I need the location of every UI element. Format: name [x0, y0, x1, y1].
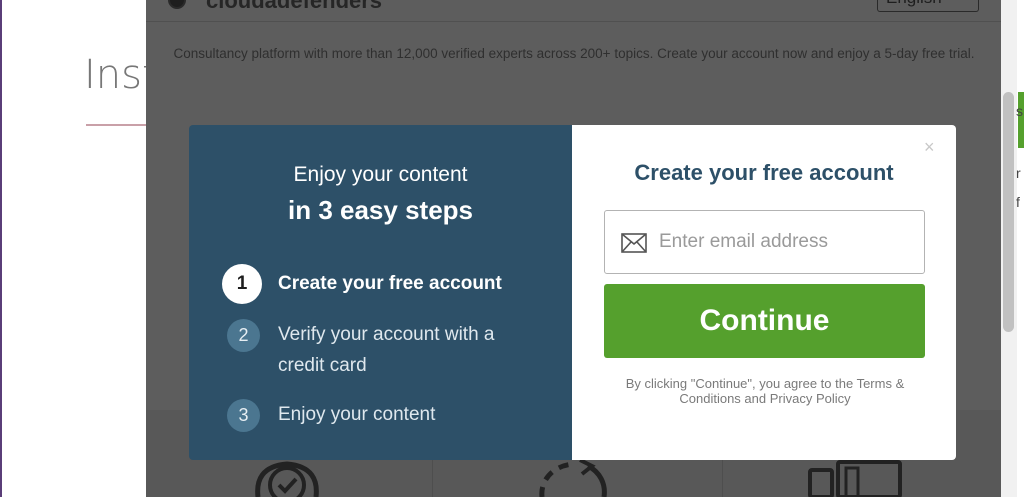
background-text-fragment: f [1016, 194, 1020, 210]
language-select[interactable]: English [877, 0, 979, 12]
steps-subheading: in 3 easy steps [288, 195, 473, 225]
devices-icon [808, 460, 902, 497]
step-label: Verify your account with a credit card [278, 324, 495, 376]
outer-dialog-header: cloudadefenders English [146, 0, 1001, 22]
legal-notice: By clicking "Continue", you agree to the… [625, 376, 905, 406]
outer-dialog-tagline: Consultancy platform with more than 12,0… [173, 46, 975, 61]
background-page-left: Inst [0, 0, 158, 497]
brand-logo-icon [168, 0, 186, 9]
refresh-arrows-icon [539, 460, 607, 497]
step-label: Create your free account [278, 273, 502, 294]
signup-form-panel: × Create your free account Continue By c… [572, 125, 956, 460]
email-field[interactable] [604, 210, 925, 274]
background-text-fragment: r [1016, 165, 1021, 181]
form-title: Create your free account [634, 160, 894, 185]
background-text-fragment: s [1016, 103, 1023, 119]
email-input[interactable] [659, 223, 914, 261]
background-green-strip [1018, 92, 1024, 148]
brand-name: cloudadefenders [206, 0, 383, 13]
step-label: Enjoy your content [278, 404, 436, 425]
step-number-badge: 1 [222, 264, 262, 304]
envelope-icon [621, 233, 647, 253]
close-icon[interactable]: × [924, 137, 935, 158]
steps-panel: Enjoy your content in 3 easy steps 1 Cre… [189, 125, 572, 460]
background-title-underline [86, 124, 152, 126]
language-select-value: English [886, 0, 942, 8]
signup-modal: Enjoy your content in 3 easy steps 1 Cre… [189, 125, 956, 460]
continue-button[interactable]: Continue [604, 284, 925, 358]
step-number-badge: 2 [227, 319, 260, 352]
step-number-badge: 3 [227, 399, 260, 432]
steps-heading: Enjoy your content [293, 163, 468, 186]
checkmark-badge-icon [255, 461, 319, 497]
scrollbar-thumb[interactable] [1003, 92, 1014, 332]
